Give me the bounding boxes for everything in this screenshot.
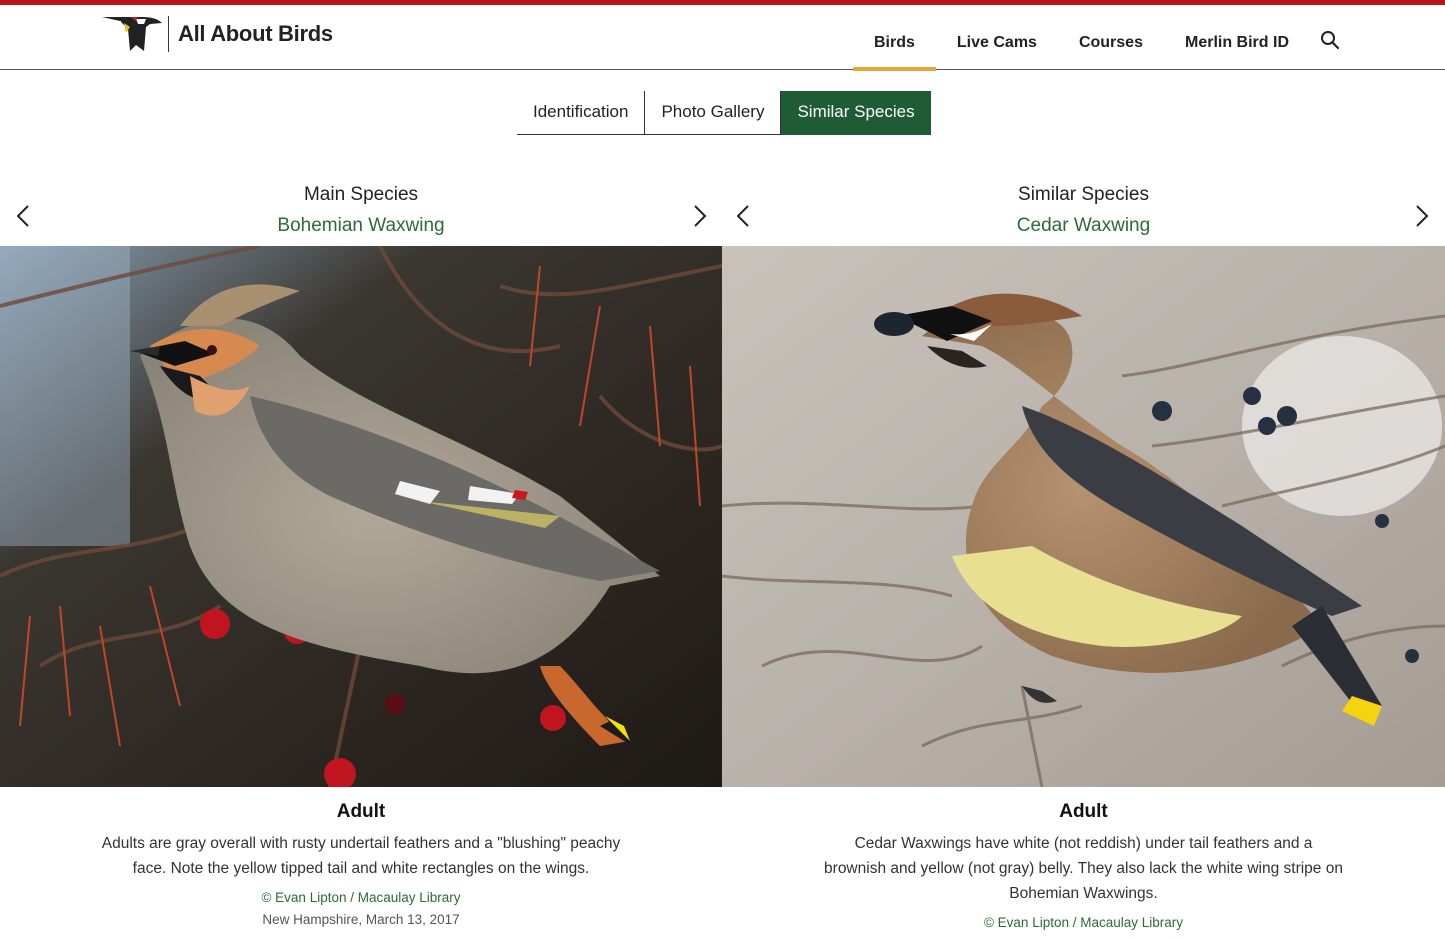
nav-item-courses[interactable]: Courses xyxy=(1058,10,1164,70)
main-species-kicker: Main Species xyxy=(303,184,419,205)
chevron-right-icon xyxy=(694,205,707,227)
similar-next-button[interactable] xyxy=(1409,204,1433,228)
search-icon xyxy=(1321,31,1340,50)
tab-similar-species[interactable]: Similar Species xyxy=(780,91,931,135)
similar-photo-credit[interactable]: © Evan Lipton / Macaulay Library xyxy=(722,915,1445,930)
main-nav: Birds Live Cams Courses Merlin Bird ID xyxy=(853,10,1445,71)
similar-prev-button[interactable] xyxy=(732,204,756,228)
woodpecker-logo-icon xyxy=(100,15,164,53)
similar-species-panel: Similar Species Cedar Waxwing Adult Ceda… xyxy=(722,180,1445,930)
similar-photo-title: Adult xyxy=(1059,801,1108,822)
main-species-panel: Main Species Bohemian Waxwing Adult Adul… xyxy=(0,180,722,927)
main-species-caption: Adult Adults are gray overall with rusty… xyxy=(0,787,722,927)
main-photo-title: Adult xyxy=(336,801,386,822)
tab-photo-gallery[interactable]: Photo Gallery xyxy=(644,91,781,135)
main-photo-description: Adults are gray overall with rusty under… xyxy=(101,835,621,877)
site-name: All About Birds xyxy=(178,21,333,46)
main-next-button[interactable] xyxy=(687,204,711,228)
cedar-waxwing-photo[interactable] xyxy=(722,246,1445,787)
nav-item-birds[interactable]: Birds xyxy=(853,10,936,71)
chevron-left-icon xyxy=(736,205,749,227)
similar-species-caption: Adult Cedar Waxwings have white (not red… xyxy=(722,787,1445,930)
tab-identification[interactable]: Identification xyxy=(517,91,645,135)
site-logo[interactable]: All About Birds xyxy=(100,15,333,53)
main-species-name[interactable]: Bohemian Waxwing xyxy=(0,215,722,237)
similar-species-name[interactable]: Cedar Waxwing xyxy=(722,215,1445,237)
nav-item-live-cams[interactable]: Live Cams xyxy=(936,10,1058,70)
main-photo-location-date: New Hampshire, March 13, 2017 xyxy=(262,912,460,927)
main-photo-credit[interactable]: © Evan Lipton / Macaulay Library xyxy=(0,890,722,905)
site-header: All About Birds Birds Live Cams Courses … xyxy=(0,5,1445,71)
similar-photo-description: Cedar Waxwings have white (not reddish) … xyxy=(824,835,1343,902)
chevron-left-icon xyxy=(16,205,29,227)
similar-species-header: Similar Species Cedar Waxwing xyxy=(722,180,1445,246)
search-button[interactable] xyxy=(1310,10,1350,70)
chevron-right-icon xyxy=(1416,205,1429,227)
similar-species-kicker: Similar Species xyxy=(1018,184,1149,205)
main-species-header: Main Species Bohemian Waxwing xyxy=(0,180,722,246)
nav-item-merlin-bird-id[interactable]: Merlin Bird ID xyxy=(1164,10,1310,70)
main-prev-button[interactable] xyxy=(12,204,36,228)
logo-divider xyxy=(168,16,169,52)
species-tabs: Identification Photo Gallery Similar Spe… xyxy=(517,91,931,135)
bohemian-waxwing-photo[interactable] xyxy=(0,246,722,787)
